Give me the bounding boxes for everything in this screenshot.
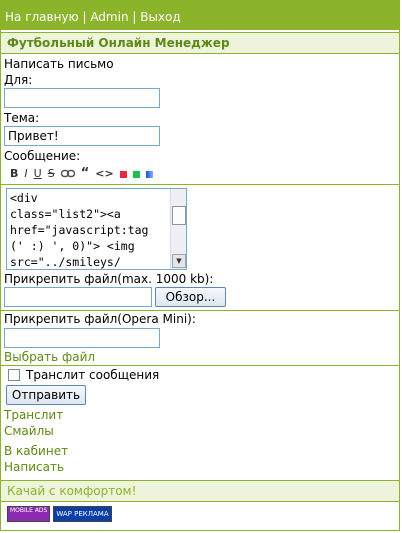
site-title: Футбольный Онлайн Менеджер <box>1 32 399 54</box>
link-icon[interactable] <box>60 167 75 181</box>
mobile-ads-logo[interactable]: MOBILE ADS <box>7 506 51 522</box>
underline-icon[interactable]: U <box>34 167 42 181</box>
compose-form: Написать письмо Для: Тема: Сообщение: B … <box>1 54 399 475</box>
divider <box>1 184 399 185</box>
file-row: Обзор... <box>4 287 396 307</box>
logout-link[interactable]: Выход <box>140 10 180 24</box>
admin-link[interactable]: Admin <box>90 10 128 24</box>
form-heading: Написать письмо <box>4 57 114 71</box>
message-label: Сообщение: <box>4 149 81 163</box>
opera-file-input[interactable] <box>4 328 160 348</box>
attach-label: Прикрепить файл(max. 1000 kb): <box>4 272 214 286</box>
bold-icon[interactable]: B <box>10 167 18 181</box>
subject-label: Тема: <box>4 111 40 125</box>
quote-icon[interactable]: “ <box>81 167 90 181</box>
format-toolbar: B I U S “ <> <box>4 164 396 184</box>
to-label: Для: <box>4 73 33 87</box>
red-color-icon[interactable] <box>119 170 127 178</box>
wap-ad-logo[interactable]: WAP РЕКЛАМА <box>53 506 112 522</box>
scroll-thumb[interactable] <box>172 206 186 225</box>
subject-input[interactable] <box>4 126 160 146</box>
green-color-icon[interactable] <box>132 170 140 178</box>
code-icon[interactable]: <> <box>95 167 113 181</box>
attach-opera-label: Прикрепить файл(Opera Mini): <box>4 312 196 326</box>
scroll-down-icon[interactable]: ▼ <box>172 254 186 268</box>
translit-checkbox[interactable] <box>8 369 20 381</box>
textarea-scrollbar[interactable]: ▼ <box>170 189 186 269</box>
strike-icon[interactable]: S <box>48 167 55 181</box>
send-button[interactable]: Отправить <box>6 385 86 405</box>
message-textarea[interactable]: <div class="list2"><a href="javascript:t… <box>6 188 187 270</box>
translit-label: Транслит сообщения <box>26 368 160 382</box>
translit-row: Транслит сообщения <box>4 366 396 384</box>
page: На главную | Admin | Выход Футбольный Он… <box>0 0 400 531</box>
choose-file-link[interactable]: Выбрать файл <box>4 349 396 365</box>
top-nav: На главную | Admin | Выход <box>1 0 399 30</box>
cabinet-link[interactable]: В кабинет <box>4 443 396 459</box>
browse-button[interactable]: Обзор... <box>155 287 226 307</box>
translit-link[interactable]: Транслит <box>4 407 396 423</box>
nav-separator: | <box>78 10 91 24</box>
smileys-link[interactable]: Смайлы <box>4 423 396 439</box>
nav-separator: | <box>128 10 141 24</box>
file-path-input[interactable] <box>4 287 152 307</box>
to-input[interactable] <box>4 88 160 108</box>
write-link[interactable]: Написать <box>4 459 396 475</box>
footer-slogan: Качай с комфортом! <box>1 480 399 502</box>
home-link[interactable]: На главную <box>5 10 79 24</box>
ad-banners: MOBILE ADS WAP РЕКЛАМА <box>1 502 399 522</box>
blue-color-icon[interactable] <box>145 170 153 178</box>
italic-icon[interactable]: I <box>24 167 27 181</box>
message-text[interactable]: <div class="list2"><a href="javascript:t… <box>7 189 186 269</box>
